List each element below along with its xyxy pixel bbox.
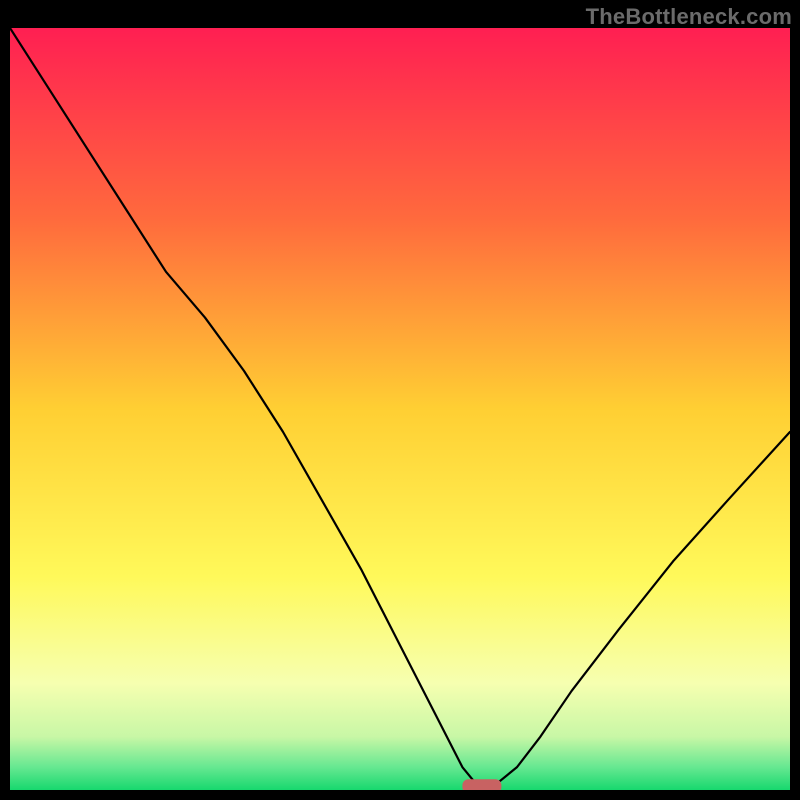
chart-svg [10, 28, 790, 790]
gradient-rect [10, 28, 790, 790]
chart-frame: TheBottleneck.com [0, 0, 800, 800]
optimal-marker [462, 779, 501, 790]
watermark-label: TheBottleneck.com [586, 4, 792, 30]
plot-area [10, 28, 790, 790]
